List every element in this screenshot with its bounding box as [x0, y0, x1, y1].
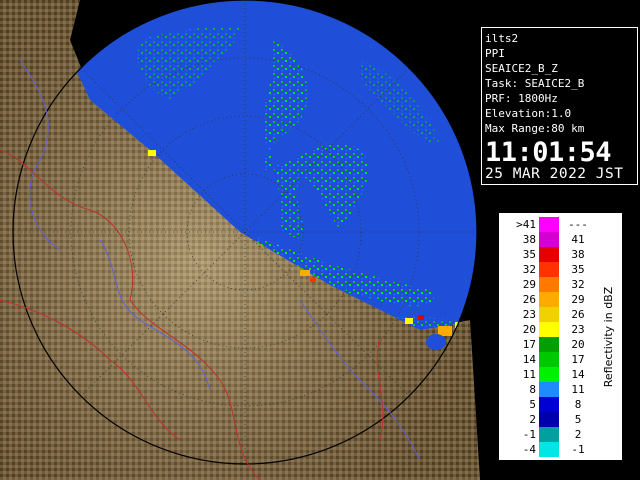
legend-lower-label: 32: [523, 263, 536, 276]
legend-swatch: [539, 307, 559, 322]
legend-upper-label: 2: [575, 428, 582, 441]
task-name: Task: SEAICE2_B: [485, 77, 585, 90]
legend-swatch: [539, 352, 559, 367]
legend-lower-label: 20: [523, 323, 536, 336]
legend-lower-label: 11: [523, 368, 536, 381]
legend-swatch: [539, 247, 559, 262]
legend-lower-label: 17: [523, 338, 536, 351]
scan-date: 25 MAR 2022 JST: [485, 166, 624, 182]
legend-swatch: [539, 262, 559, 277]
max-range-value: Max Range:80 km: [485, 122, 585, 135]
legend-swatch: [539, 337, 559, 352]
legend-swatch: [539, 412, 559, 427]
legend-upper-label: 5: [575, 413, 582, 426]
legend-upper-label: 17: [571, 353, 584, 366]
legend-upper-label: 11: [571, 383, 584, 396]
display-mode: PPI: [485, 47, 505, 60]
legend-lower-label: 2: [529, 413, 536, 426]
legend-upper-label: 41: [571, 233, 584, 246]
legend-lower-label: >41: [516, 218, 536, 231]
legend-swatch: [539, 292, 559, 307]
legend-lower-label: -1: [523, 428, 536, 441]
legend-lower-label: 29: [523, 278, 536, 291]
legend-upper-label: 20: [571, 338, 584, 351]
prf-value: PRF: 1800Hz: [485, 92, 558, 105]
legend-upper-label: 26: [571, 308, 584, 321]
legend-upper-label: 32: [571, 278, 584, 291]
legend-swatch: [539, 217, 559, 232]
legend-swatch: [539, 322, 559, 337]
legend-upper-label: 14: [571, 368, 585, 381]
legend-lower-label: 35: [523, 248, 536, 261]
color-scale-legend: >41 --- 38 41 35 38 32 35 29 32 26 29 23 26 20 23 17 20 14…: [498, 212, 623, 461]
legend-upper-label: ---: [568, 218, 588, 231]
legend-upper-label: 29: [571, 293, 584, 306]
site-name: ilts2: [485, 32, 519, 45]
legend-lower-label: 23: [523, 308, 536, 321]
legend-upper-label: -1: [571, 443, 584, 456]
legend-upper-label: 23: [571, 323, 584, 336]
legend-upper-label: 8: [575, 398, 582, 411]
legend-title: Reflectivity in dBZ: [602, 286, 615, 387]
elevation-value: Elevation:1.0: [485, 107, 572, 120]
legend-lower-label: 5: [529, 398, 536, 411]
product-name: SEAICE2_B_Z: [485, 62, 558, 75]
scan-time: 11:01:54: [485, 137, 612, 168]
legend-lower-label: -4: [523, 443, 537, 456]
legend-scale: >41 --- 38 41 35 38 32 35 29 32 26 29 23 26 20 23 17 20 14…: [516, 217, 615, 457]
legend-swatch: [539, 442, 559, 457]
legend-upper-label: 38: [571, 248, 584, 261]
legend-swatch: [539, 397, 559, 412]
legend-swatch: [539, 232, 559, 247]
legend-swatch: [539, 367, 559, 382]
legend-lower-label: 38: [523, 233, 536, 246]
legend-lower-label: 8: [529, 383, 536, 396]
legend-swatch: [539, 427, 559, 442]
legend-lower-label: 26: [523, 293, 536, 306]
legend-swatch: [539, 277, 559, 292]
legend-lower-label: 14: [523, 353, 537, 366]
legend-upper-label: 35: [571, 263, 584, 276]
scan-info-panel: ilts2 PPI SEAICE2_B_Z Task: SEAICE2_B PR…: [481, 27, 638, 185]
radar-display: ilts2 PPI SEAICE2_B_Z Task: SEAICE2_B PR…: [0, 0, 640, 480]
legend-swatch: [539, 382, 559, 397]
